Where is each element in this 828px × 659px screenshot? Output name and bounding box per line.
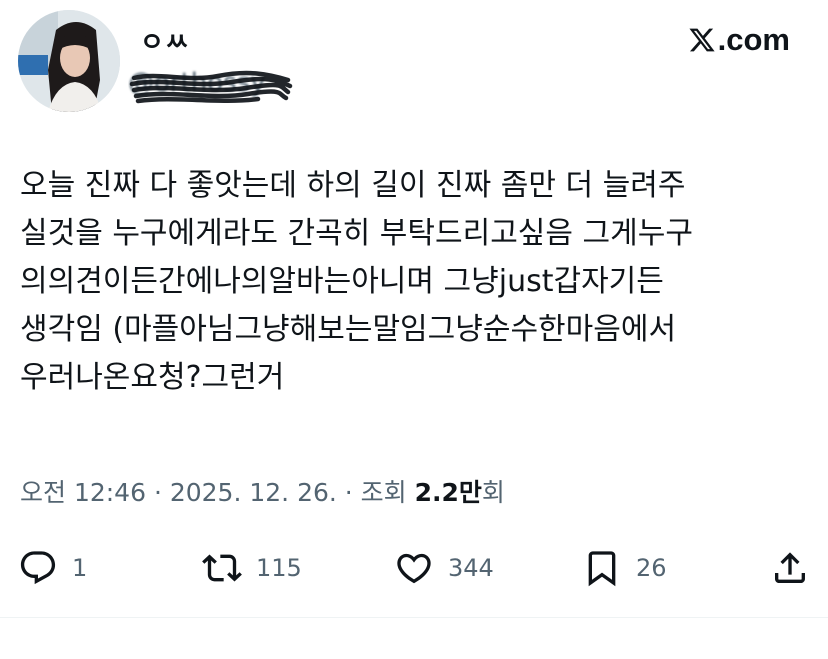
x-logo-icon — [689, 28, 715, 52]
tweet-date[interactable]: 2025. 12. 26. — [170, 478, 337, 507]
views-count: 2.2만 — [414, 478, 482, 507]
avatar-image — [18, 10, 120, 112]
bookmark-button[interactable]: 26 — [582, 543, 667, 593]
avatar[interactable] — [18, 10, 120, 112]
brand-domain: .com — [717, 22, 790, 57]
redaction-scribble — [129, 70, 293, 104]
reply-icon — [20, 551, 56, 585]
tweet-time[interactable]: 오전 12:46 — [20, 478, 146, 507]
bookmark-icon — [588, 551, 616, 587]
tweet-line: 오늘 진짜 다 좋앗는데 하의 길이 진짜 좀만 더 늘려주 — [20, 168, 686, 203]
tweet-line: 의의견이든간에나의알바는아니며 그냥just갑자기든 — [20, 264, 664, 299]
like-button[interactable]: 344 — [394, 543, 494, 593]
display-name[interactable]: ㅇㅆ — [140, 22, 190, 59]
divider — [0, 617, 828, 618]
tweet-line: 생각임 (마플아님그냥해보는말임그냥순수한마음에서 — [20, 312, 677, 347]
retweet-icon — [202, 554, 242, 582]
bookmark-count: 26 — [636, 554, 667, 582]
meta-separator: · — [336, 478, 361, 507]
reply-count: 1 — [72, 554, 88, 582]
views-prefix: 조회 — [360, 478, 415, 507]
like-count: 344 — [448, 554, 494, 582]
retweet-button[interactable]: 115 — [202, 543, 302, 593]
share-icon — [775, 552, 805, 583]
tweet-line: 실것을 누구에게라도 간곡히 부탁드리고싶음 그게누구 — [20, 216, 693, 251]
reply-button[interactable]: 1 — [18, 543, 87, 593]
views-suffix: 회 — [481, 478, 505, 507]
retweet-count: 115 — [256, 554, 302, 582]
like-icon — [397, 553, 431, 584]
tweet-text: 오늘 진짜 다 좋앗는데 하의 길이 진짜 좀만 더 늘려주 실것을 누구에게라… — [20, 162, 810, 402]
tweet-meta: 오전 12:46 · 2025. 12. 26. · 조회 2.2만회 — [20, 473, 505, 509]
meta-separator: · — [146, 478, 170, 507]
action-bar: 1 115 344 26 — [0, 543, 828, 593]
x-brand: .com — [688, 22, 790, 58]
tweet-line: 우러나온요청?그런거 — [20, 360, 285, 395]
author-handle[interactable]: @orthossy — [128, 68, 293, 108]
share-button[interactable] — [770, 543, 810, 593]
